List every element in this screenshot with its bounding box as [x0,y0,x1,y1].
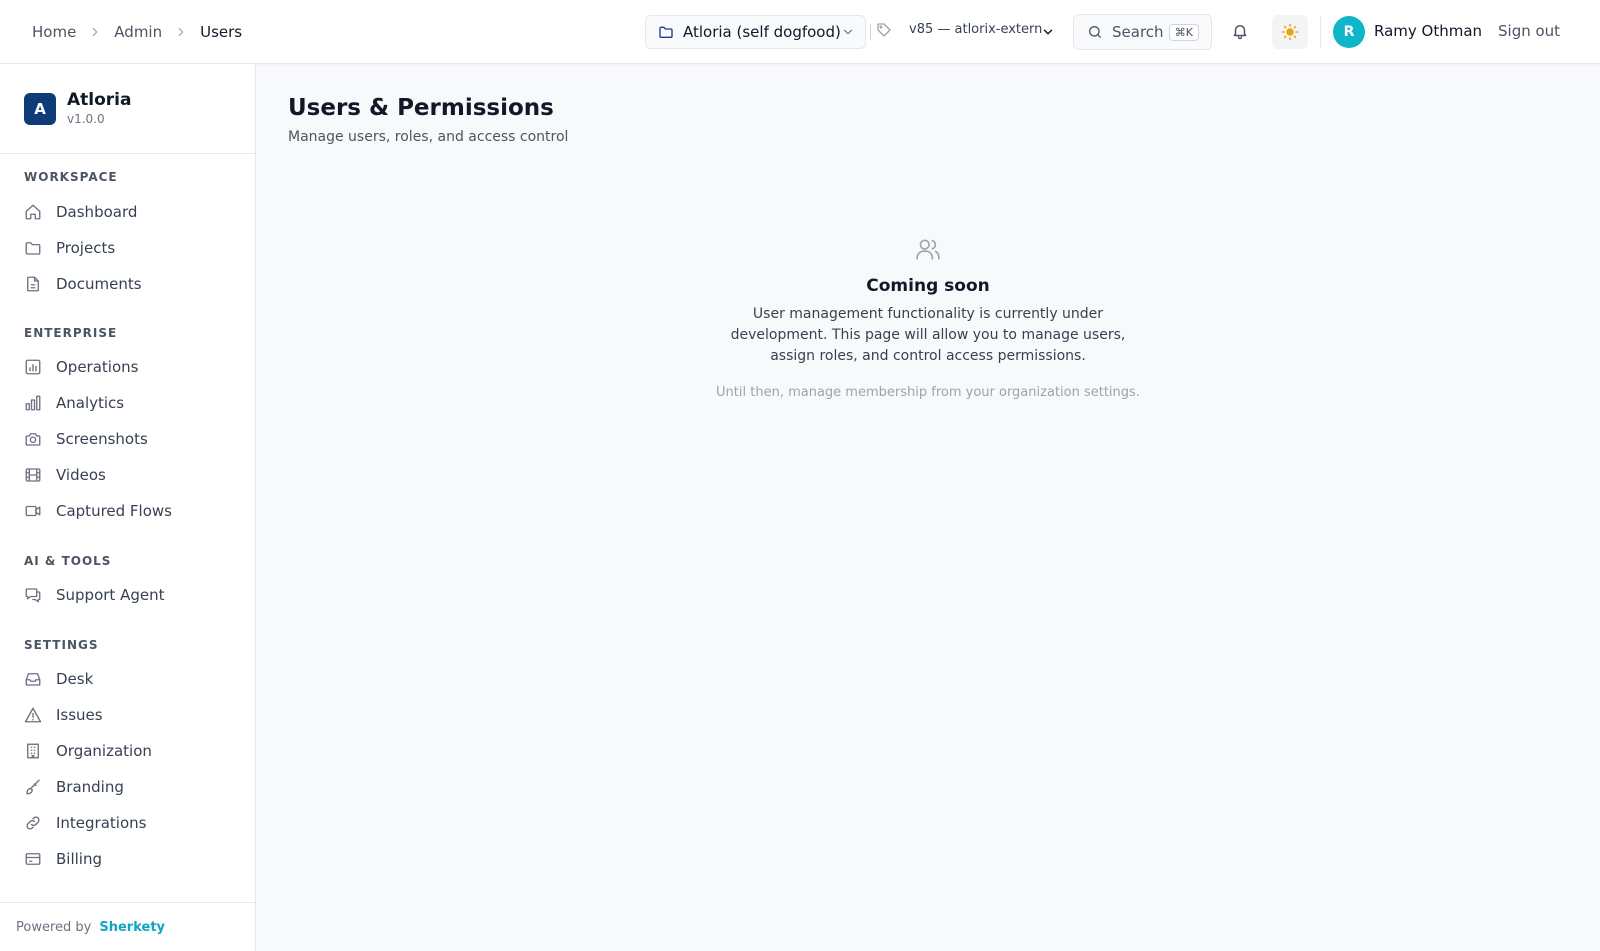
sidebar-item-label: Projects [56,239,116,257]
divider [870,24,871,40]
sidebar-item-label: Operations [56,358,139,376]
breadcrumb: Home Admin Users [32,0,242,64]
sidebar-item-organization[interactable]: Organization [24,733,234,769]
project-selector-label: Atloria (self dogfood) [683,23,841,41]
bar-chart-icon [24,394,42,412]
empty-state: Coming soon User management functionalit… [688,236,1168,400]
page-title: Users & Permissions [288,95,554,121]
chat-icon [24,586,42,604]
project-selector[interactable]: Atloria (self dogfood) [645,15,866,49]
warning-icon [24,706,42,724]
sign-out-button[interactable]: Sign out [1498,22,1560,40]
section-title-enterprise: ENTERPRISE [24,326,118,340]
brand-version: v1.0.0 [67,112,105,126]
credit-card-icon [24,850,42,868]
inbox-icon [24,670,42,688]
sidebar-item-label: Billing [56,850,102,868]
sidebar-item-screenshots[interactable]: Screenshots [24,421,234,457]
document-icon [24,275,42,293]
sidebar-item-label: Dashboard [56,203,138,221]
camera-icon [24,430,42,448]
search-icon [1087,24,1103,40]
sidebar-item-operations[interactable]: Operations [24,349,234,385]
sidebar-item-issues[interactable]: Issues [24,697,234,733]
sidebar-item-desk[interactable]: Desk [24,661,234,697]
user-name[interactable]: Ramy Othman [1374,22,1482,40]
sidebar-item-branding[interactable]: Branding [24,769,234,805]
tag-icon [876,22,892,42]
sidebar-item-dashboard[interactable]: Dashboard [24,194,234,230]
search-label: Search [1112,23,1164,41]
sidebar-item-label: Documents [56,275,142,293]
breadcrumb-admin[interactable]: Admin [114,23,162,41]
avatar[interactable]: R [1333,16,1365,48]
empty-state-description: User management functionality is current… [730,306,1126,364]
section-title-workspace: WORKSPACE [24,170,118,184]
theme-toggle-button[interactable] [1272,15,1308,49]
section-title-ai-tools: AI & TOOLS [24,554,112,568]
building-icon [24,742,42,760]
folder-icon [24,239,42,257]
sidebar-item-videos[interactable]: Videos [24,457,234,493]
search-button[interactable]: Search ⌘K [1073,14,1212,50]
brand-logo: A [24,93,56,125]
brand-name: Atloria [67,90,132,110]
chevron-right-icon [174,25,188,39]
sidebar-item-integrations[interactable]: Integrations [24,805,234,841]
link-icon [24,814,42,832]
sidebar-item-captured-flows[interactable]: Captured Flows [24,493,234,529]
powered-by-link[interactable]: Sherkety [99,920,165,935]
folder-icon [658,24,674,40]
top-bar: Home Admin Users Atloria (self dogfood) … [0,0,1600,64]
sidebar-footer: Powered by Sherkety [0,902,255,951]
chevron-right-icon [88,25,102,39]
sidebar-item-label: Captured Flows [56,502,172,520]
version-selector[interactable]: v85 — atlorix-extern [909,22,1042,37]
brush-icon [24,778,42,796]
sidebar-item-label: Issues [56,706,103,724]
users-icon [688,236,1168,262]
divider [1320,16,1321,48]
bell-icon[interactable] [1231,22,1249,44]
sidebar-item-label: Branding [56,778,124,796]
sidebar-item-billing[interactable]: Billing [24,841,234,877]
sidebar-item-documents[interactable]: Documents [24,266,234,302]
powered-by-label: Powered by [16,919,92,935]
video-camera-icon [24,502,42,520]
sidebar-item-label: Screenshots [56,430,148,448]
empty-state-note: Until then, manage membership from your … [716,385,1140,400]
divider [0,153,255,154]
sidebar-item-projects[interactable]: Projects [24,230,234,266]
sidebar-item-label: Integrations [56,814,147,832]
empty-state-title: Coming soon [866,276,990,296]
sidebar-item-label: Analytics [56,394,125,412]
breadcrumb-current: Users [200,23,243,41]
sidebar-item-label: Organization [56,742,152,760]
home-icon [24,203,42,221]
film-icon [24,466,42,484]
chevron-down-icon[interactable] [1041,24,1055,43]
sidebar: A Atloria v1.0.0 WORKSPACE Dashboard Pro… [0,64,256,951]
brand[interactable]: A Atloria v1.0.0 [24,90,131,128]
sidebar-item-label: Videos [56,466,106,484]
sidebar-item-support-agent[interactable]: Support Agent [24,577,234,613]
sidebar-item-label: Support Agent [56,586,165,604]
operations-icon [24,358,42,376]
search-shortcut: ⌘K [1168,23,1199,41]
sidebar-item-analytics[interactable]: Analytics [24,385,234,421]
breadcrumb-home[interactable]: Home [32,23,76,41]
page-subtitle: Manage users, roles, and access control [288,129,569,145]
sidebar-item-label: Desk [56,670,94,688]
section-title-settings: SETTINGS [24,638,99,652]
chevron-down-icon [841,25,855,39]
sun-icon [1281,23,1299,41]
